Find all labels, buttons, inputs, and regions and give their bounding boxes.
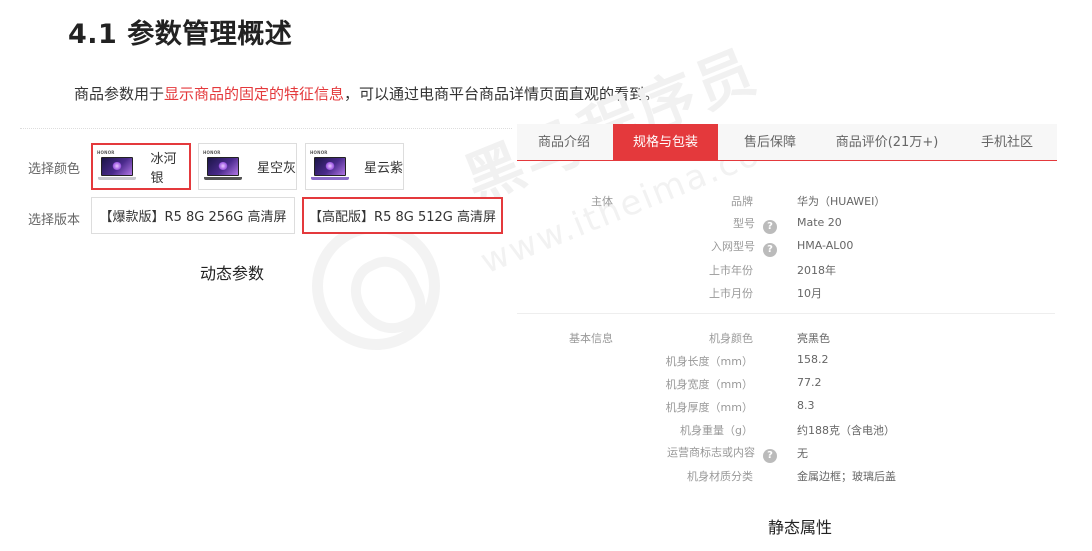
spec-value: 华为（HUAWEI） bbox=[797, 195, 886, 208]
spec-value: 无 bbox=[797, 447, 808, 460]
spec-value: 亮黑色 bbox=[797, 332, 830, 345]
spec-name-text: 上市月份 bbox=[709, 287, 753, 300]
spec-name-text: 机身颜色 bbox=[709, 332, 753, 345]
question-circle-icon[interactable]: ? bbox=[763, 243, 777, 257]
brand-logo: HONOR bbox=[310, 149, 328, 155]
watermark-text: 黑马程序员 bbox=[450, 24, 769, 218]
laptop-base bbox=[98, 176, 136, 180]
tab-community[interactable]: 手机社区 bbox=[957, 124, 1057, 161]
spec-value: 金属边框；玻璃后盖 bbox=[797, 470, 896, 483]
spec-value: 10月 bbox=[797, 287, 822, 300]
question-circle-icon[interactable]: ? bbox=[763, 220, 777, 234]
laptop-base bbox=[204, 176, 242, 180]
tab-after-sales[interactable]: 售后保障 bbox=[720, 124, 820, 161]
spec-name: 上市年份 bbox=[533, 262, 753, 278]
spec-value: Mate 20 bbox=[797, 216, 842, 229]
static-caption: 静态属性 bbox=[768, 518, 833, 537]
spec-name: 机身宽度（mm） bbox=[533, 376, 753, 392]
spec-value: HMA-AL00 bbox=[797, 239, 854, 252]
spec-name: 型号? bbox=[557, 215, 777, 234]
color-option-silver[interactable]: HONOR 冰河银 bbox=[91, 143, 191, 190]
laptop-screen bbox=[101, 156, 133, 176]
spec-name-text: 入网型号 bbox=[711, 240, 755, 253]
spec-name-text: 运营商标志或内容 bbox=[667, 446, 755, 459]
watermark-logo bbox=[312, 222, 440, 350]
spec-name: 品牌 bbox=[533, 193, 753, 209]
laptop-thumbnail: HONOR bbox=[310, 150, 352, 184]
spec-value: 8.3 bbox=[797, 399, 815, 412]
color-option-gray[interactable]: HONOR 星空灰 bbox=[198, 143, 297, 190]
color-option-purple[interactable]: HONOR 星云紫 bbox=[305, 143, 404, 190]
dynamic-caption: 动态参数 bbox=[200, 264, 265, 283]
laptop-base bbox=[311, 176, 349, 180]
brand-logo: HONOR bbox=[97, 149, 115, 155]
spec-name: 运营商标志或内容? bbox=[557, 444, 777, 463]
spec-name-text: 上市年份 bbox=[709, 264, 753, 277]
tab-specs[interactable]: 规格与包装 bbox=[613, 124, 718, 161]
spec-name: 机身材质分类 bbox=[533, 468, 753, 484]
color-option-label: 星空灰 bbox=[256, 161, 296, 176]
laptop-screen bbox=[314, 156, 346, 176]
spec-name: 入网型号? bbox=[557, 238, 777, 257]
laptop-thumbnail: HONOR bbox=[203, 150, 245, 184]
spec-tab-bar: 商品介绍 规格与包装 售后保障 商品评价(21万+) 手机社区 bbox=[517, 124, 1057, 161]
intro-prefix: 商品参数用于 bbox=[74, 85, 165, 103]
spec-name-text: 机身宽度（mm） bbox=[665, 378, 753, 391]
color-option-label: 冰河银 bbox=[150, 151, 177, 186]
spec-name-text: 品牌 bbox=[731, 195, 753, 208]
spec-name-text: 机身重量（g） bbox=[680, 424, 753, 437]
color-label: 选择颜色 bbox=[28, 162, 81, 177]
spec-value: 2018年 bbox=[797, 264, 836, 277]
spec-value: 约188克（含电池） bbox=[797, 424, 895, 437]
tab-intro[interactable]: 商品介绍 bbox=[517, 124, 611, 161]
color-option-label: 星云紫 bbox=[363, 161, 403, 176]
dotted-divider bbox=[20, 128, 512, 129]
question-circle-icon[interactable]: ? bbox=[763, 449, 777, 463]
spec-value: 158.2 bbox=[797, 353, 829, 366]
spec-name-text: 型号 bbox=[733, 217, 755, 230]
version-label: 选择版本 bbox=[28, 213, 81, 228]
tab-reviews[interactable]: 商品评价(21万+) bbox=[822, 124, 952, 161]
laptop-screen bbox=[207, 156, 239, 176]
spec-name: 机身长度（mm） bbox=[533, 353, 753, 369]
spec-name-text: 机身材质分类 bbox=[687, 470, 753, 483]
spec-name: 机身重量（g） bbox=[533, 422, 753, 438]
laptop-thumbnail: HONOR bbox=[97, 150, 138, 184]
spec-name-text: 机身厚度（mm） bbox=[665, 401, 753, 414]
version-option-premium[interactable]: 【高配版】R5 8G 512G 高清屏 bbox=[302, 197, 503, 234]
spec-value: 77.2 bbox=[797, 376, 822, 389]
page-title: 4.1 参数管理概述 bbox=[68, 19, 293, 50]
brand-logo: HONOR bbox=[203, 149, 221, 155]
version-option-standard[interactable]: 【爆款版】R5 8G 256G 高清屏 bbox=[91, 197, 295, 234]
spec-name: 机身厚度（mm） bbox=[533, 399, 753, 415]
spec-name-text: 机身长度（mm） bbox=[665, 355, 753, 368]
intro-highlight: 显示商品的固定的特征信息 bbox=[164, 85, 345, 103]
spec-name: 机身颜色 bbox=[533, 330, 753, 346]
spec-name: 上市月份 bbox=[533, 285, 753, 301]
group-divider bbox=[517, 313, 1055, 314]
